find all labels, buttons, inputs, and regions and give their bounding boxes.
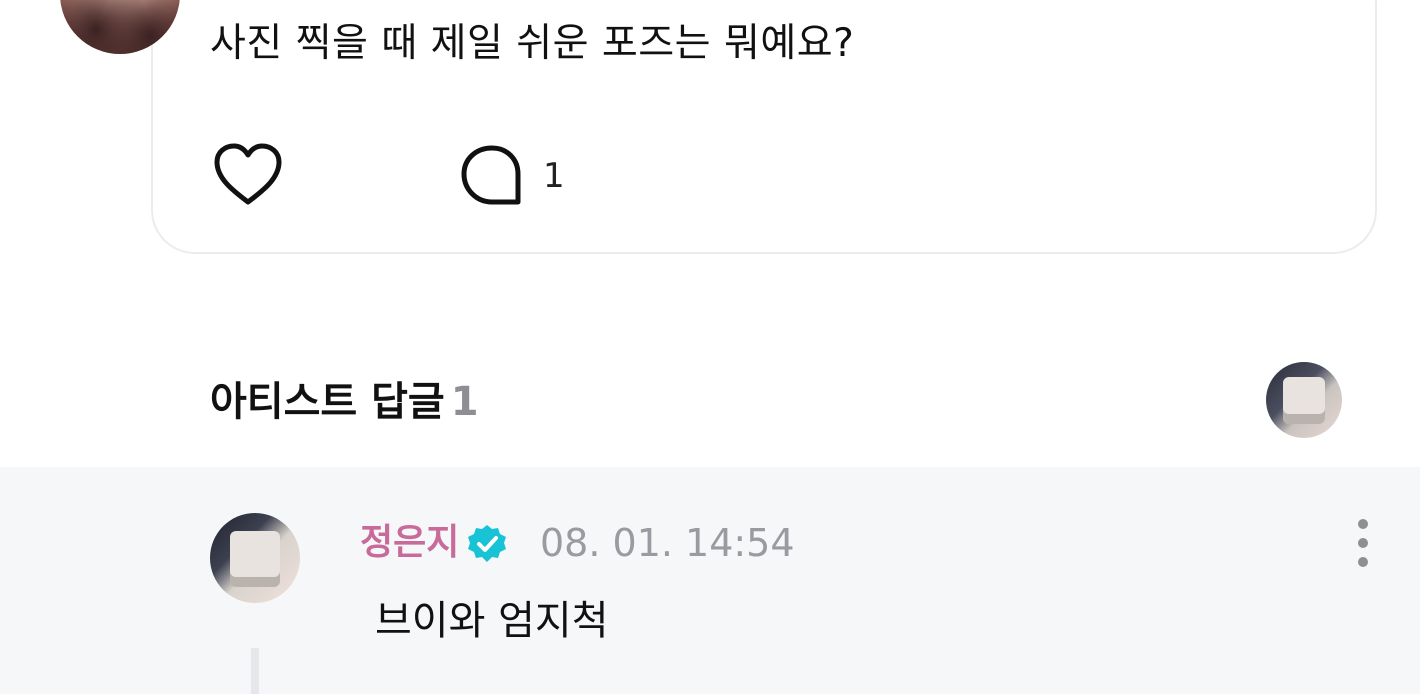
speech-bubble-icon xyxy=(461,145,521,205)
thread-connector-line xyxy=(251,648,259,694)
comment-button[interactable] xyxy=(460,144,524,208)
post-author-avatar[interactable] xyxy=(60,0,180,54)
artist-reply-section xyxy=(0,467,1420,694)
post-body-text: 사진 찍을 때 제일 쉬운 포즈는 뭐예요? xyxy=(210,21,855,66)
more-vertical-icon xyxy=(1358,519,1368,567)
reply-author-avatar[interactable] xyxy=(210,513,300,603)
like-button[interactable] xyxy=(212,142,284,208)
artist-replies-title: 아티스트 답글 xyxy=(210,379,445,425)
avatar-image xyxy=(1282,377,1326,425)
artist-replies-header: 아티스트 답글 1 xyxy=(210,374,479,430)
reply-timestamp: 08. 01. 14:54 xyxy=(540,521,795,565)
artist-replies-count: 1 xyxy=(450,379,479,425)
heart-outline-icon xyxy=(214,143,282,205)
reply-author-name[interactable]: 정은지 xyxy=(360,518,459,568)
post-detail-page: 사진 찍을 때 제일 쉬운 포즈는 뭐예요? 1 아티스트 답글 1 정은지 08… xyxy=(0,0,1420,694)
artist-avatar-button[interactable] xyxy=(1266,362,1342,438)
comment-count: 1 xyxy=(543,156,565,196)
more-options-button[interactable] xyxy=(1346,518,1380,568)
reply-body-text: 브이와 엄지척 xyxy=(375,598,609,644)
avatar-image xyxy=(229,531,281,587)
verified-badge-icon xyxy=(466,523,508,565)
avatar-image xyxy=(60,0,180,54)
